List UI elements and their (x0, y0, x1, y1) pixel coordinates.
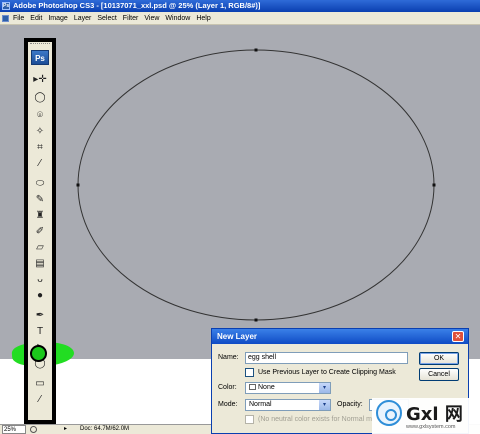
history-brush-tool-icon[interactable]: ✐ (31, 224, 49, 240)
color-select[interactable]: None ▾ (245, 382, 331, 394)
photoshop-app-icon: Ps (2, 2, 10, 10)
anchor-point-bottom[interactable] (254, 318, 258, 322)
dialog-title: New Layer (212, 329, 468, 344)
menu-view[interactable]: View (144, 15, 159, 22)
menu-edit[interactable]: Edit (30, 15, 42, 22)
clipping-mask-checkbox[interactable] (245, 368, 254, 377)
status-menu-arrow-icon[interactable]: ▸ (64, 425, 67, 434)
color-swatch-icon (249, 384, 256, 391)
color-select-value: None (258, 384, 275, 391)
chevron-down-icon[interactable]: ▾ (319, 400, 330, 410)
watermark-url: www.gxlsystem.com (406, 424, 456, 430)
clone-stamp-tool-icon[interactable]: ♜ (31, 208, 49, 224)
gradient-tool-icon[interactable]: ▤ (31, 256, 49, 272)
panel-grip[interactable] (30, 43, 50, 47)
menu-help[interactable]: Help (196, 15, 210, 22)
eyedropper-tool-icon[interactable]: ⁄ (31, 156, 49, 172)
cancel-button[interactable]: Cancel (419, 368, 459, 381)
clipping-mask-label: Use Previous Layer to Create Clipping Ma… (258, 369, 396, 376)
menu-select[interactable]: Select (97, 15, 116, 22)
move-tool-icon[interactable]: ▸✛ (31, 72, 49, 88)
blur-tool-icon[interactable]: ᴗ (31, 272, 49, 288)
window-title: Adobe Photoshop CS3 - [10137071_xxl.psd … (13, 1, 261, 10)
color-label: Color: (218, 384, 237, 391)
ok-button[interactable]: OK (419, 352, 459, 365)
mode-select[interactable]: Normal ▾ (245, 399, 331, 411)
document-size-info: Doc: 64.7M/62.0M (80, 426, 130, 432)
anchor-point-top[interactable] (254, 48, 258, 52)
site-watermark: Gxl 网 www.gxlsystem.com (372, 398, 480, 434)
close-icon[interactable]: ✕ (452, 331, 464, 342)
document-icon[interactable] (2, 15, 9, 22)
eraser-tool-icon[interactable]: ▱ (31, 240, 49, 256)
menu-filter[interactable]: Filter (123, 15, 139, 22)
spot-healing-tool-icon[interactable]: ⬭ (31, 176, 49, 192)
anchor-point-left[interactable] (76, 183, 80, 187)
name-label: Name: (218, 354, 239, 361)
menu-window[interactable]: Window (165, 15, 190, 22)
status-info-icon[interactable] (30, 426, 37, 433)
ellipse-path-drawing[interactable] (0, 25, 480, 359)
menu-bar: File Edit Image Layer Select Filter View… (0, 12, 480, 25)
magic-wand-tool-icon[interactable]: ✧ (31, 124, 49, 140)
neutral-fill-label: (No neutral color exists for Normal m (258, 416, 372, 423)
quick-selection-tool-icon[interactable]: ⌾ (31, 108, 49, 124)
ellipse-path[interactable] (77, 49, 435, 321)
mode-select-value: Normal (249, 401, 272, 408)
title-bar: Ps Adobe Photoshop CS3 - [10137071_xxl.p… (0, 0, 480, 12)
zoom-level[interactable]: 25% (2, 425, 26, 434)
layer-name-input[interactable]: egg shell (245, 352, 408, 364)
menu-image[interactable]: Image (48, 15, 67, 22)
crop-tool-icon[interactable]: ⌗ (31, 140, 49, 156)
lasso-tool-icon[interactable]: ◯ (31, 90, 49, 106)
menu-layer[interactable]: Layer (74, 15, 92, 22)
type-tool-icon[interactable]: T (31, 324, 49, 340)
chevron-down-icon[interactable]: ▾ (319, 383, 330, 393)
brush-tool-icon[interactable]: ✎ (31, 192, 49, 208)
ps-logo[interactable]: Ps (31, 50, 49, 65)
ellipse-tool-highlight-icon[interactable] (30, 345, 47, 362)
pen-tool-icon[interactable]: ✒ (31, 308, 49, 324)
watermark-text: Gxl 网 (406, 404, 463, 425)
notes-tool-icon[interactable]: ▭ (31, 376, 49, 392)
menu-items: File Edit Image Layer Select Filter View… (13, 12, 217, 25)
tools-panel: Ps ▸✛◯⌾✧⌗⁄⬭✎♜✐▱▤ᴗ●✒T➤◯▭⁄ (24, 38, 56, 424)
neutral-fill-checkbox[interactable] (245, 415, 254, 424)
anchor-point-right[interactable] (432, 183, 436, 187)
document-canvas[interactable] (0, 25, 480, 359)
dodge-tool-icon[interactable]: ● (31, 288, 49, 304)
watermark-logo-icon (376, 400, 402, 426)
menu-file[interactable]: File (13, 15, 24, 22)
opacity-label: Opacity: (337, 401, 363, 408)
eyedropper-tool-2-icon[interactable]: ⁄ (31, 392, 49, 408)
mode-label: Mode: (218, 401, 238, 408)
